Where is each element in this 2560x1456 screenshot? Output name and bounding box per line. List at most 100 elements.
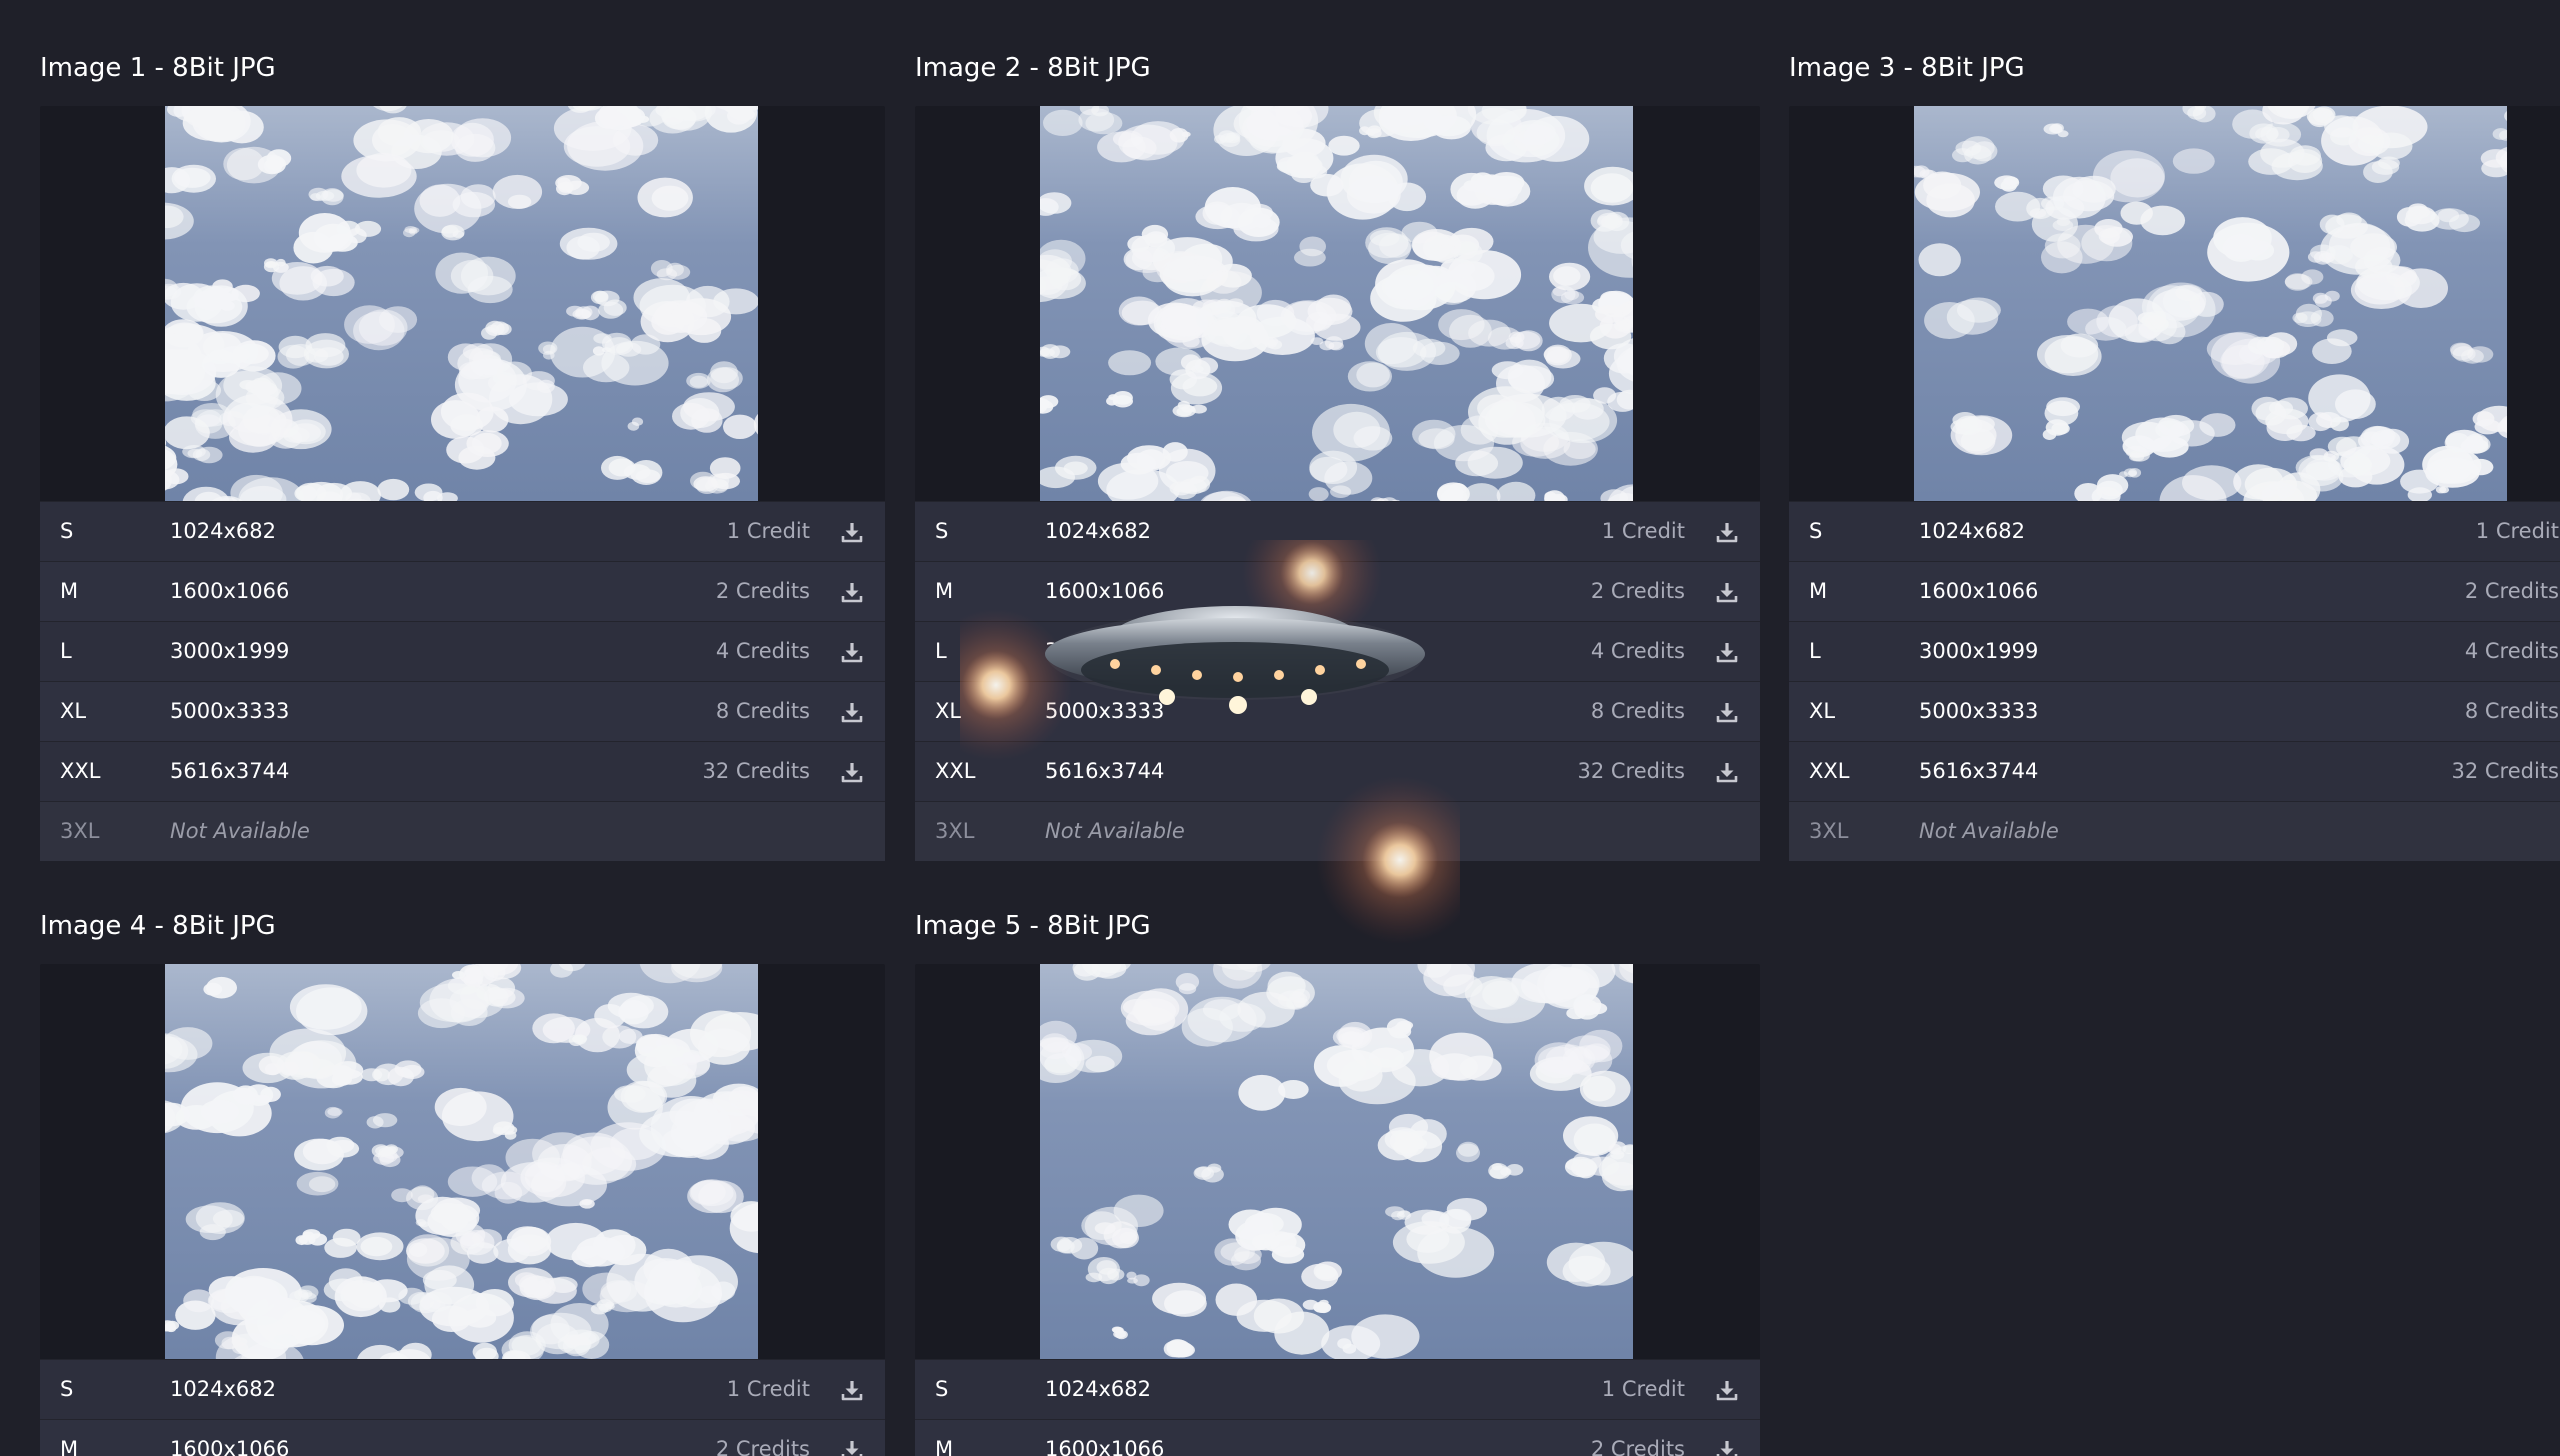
size-label: M <box>935 579 954 603</box>
download-icon[interactable] <box>840 1438 864 1456</box>
dimensions: 1600x1066 <box>170 579 290 603</box>
dimensions: 1600x1066 <box>1045 1437 1165 1456</box>
size-label: S <box>60 1377 74 1401</box>
dimensions: 3000x1999 <box>1919 639 2039 663</box>
credit-cost: 1 Credit <box>726 519 810 543</box>
dimensions: Not Available <box>1045 819 1185 843</box>
size-row-xxl[interactable]: XXL 5616x3744 32 Credits <box>915 741 1760 801</box>
download-icon[interactable] <box>1715 580 1739 604</box>
credit-cost: 32 Credits <box>2451 759 2560 783</box>
size-label: XXL <box>1809 759 1850 783</box>
size-label: M <box>935 1437 954 1456</box>
size-row-l[interactable]: L 3000x1999 4 Credits <box>1789 621 2560 681</box>
image-download-grid: Image 1 - 8Bit JPG S 1024x682 1 Credit M… <box>0 0 2560 1456</box>
download-icon[interactable] <box>1715 640 1739 664</box>
size-row-m[interactable]: M 1600x1066 2 Credits <box>915 1419 1760 1456</box>
dimensions: 5616x3744 <box>1919 759 2039 783</box>
dimensions: 3000x1999 <box>1045 639 1165 663</box>
download-icon[interactable] <box>840 760 864 784</box>
image-preview-area <box>915 964 1760 1359</box>
credit-cost: 4 Credits <box>1590 639 1685 663</box>
image-preview-area <box>915 106 1760 501</box>
download-icon[interactable] <box>1715 700 1739 724</box>
credit-cost: 2 Credits <box>715 579 810 603</box>
size-row-l[interactable]: L 3000x1999 4 Credits <box>40 621 885 681</box>
size-row-xl[interactable]: XL 5000x3333 8 Credits <box>915 681 1760 741</box>
size-row-m[interactable]: M 1600x1066 2 Credits <box>40 561 885 621</box>
dimensions: 5000x3333 <box>1045 699 1165 723</box>
image-title: Image 3 - 8Bit JPG <box>1789 53 2025 83</box>
download-icon[interactable] <box>1715 520 1739 544</box>
download-icon[interactable] <box>1715 1378 1739 1402</box>
size-label: XXL <box>935 759 976 783</box>
size-row-m[interactable]: M 1600x1066 2 Credits <box>1789 561 2560 621</box>
download-icon[interactable] <box>840 520 864 544</box>
credit-cost: 32 Credits <box>1577 759 1686 783</box>
size-options-list: S 1024x682 1 Credit M 1600x1066 2 Credit… <box>915 1359 1760 1456</box>
credit-cost: 4 Credits <box>715 639 810 663</box>
size-label: 3XL <box>935 819 975 843</box>
size-label: XXL <box>60 759 101 783</box>
dimensions: 5616x3744 <box>1045 759 1165 783</box>
download-icon[interactable] <box>840 1378 864 1402</box>
download-icon[interactable] <box>1715 1438 1739 1456</box>
image-preview-area <box>40 964 885 1359</box>
download-icon[interactable] <box>1715 760 1739 784</box>
size-row-m[interactable]: M 1600x1066 2 Credits <box>40 1419 885 1456</box>
size-row-xl[interactable]: XL 5000x3333 8 Credits <box>40 681 885 741</box>
size-label: M <box>60 1437 79 1456</box>
credit-cost: 2 Credits <box>2464 579 2559 603</box>
size-row-l[interactable]: L 3000x1999 4 Credits <box>915 621 1760 681</box>
dimensions: 1600x1066 <box>170 1437 290 1456</box>
dimensions: 1024x682 <box>1045 519 1151 543</box>
size-options-list: S 1024x682 1 Credit M 1600x1066 2 Credit… <box>40 1359 885 1456</box>
download-icon[interactable] <box>840 640 864 664</box>
download-icon[interactable] <box>840 580 864 604</box>
size-options-list: S 1024x682 1 Credit M 1600x1066 2 Credit… <box>915 501 1760 861</box>
size-row-3xl: 3XL Not Available <box>1789 801 2560 861</box>
cloud-preview-image[interactable] <box>1040 106 1633 501</box>
size-label: L <box>1809 639 1821 663</box>
size-label: 3XL <box>1809 819 1849 843</box>
size-row-s[interactable]: S 1024x682 1 Credit <box>40 501 885 561</box>
image-title: Image 2 - 8Bit JPG <box>915 53 1151 83</box>
image-title: Image 1 - 8Bit JPG <box>40 53 276 83</box>
credit-cost: 32 Credits <box>702 759 811 783</box>
dimensions: 1600x1066 <box>1919 579 2039 603</box>
dimensions: 5000x3333 <box>170 699 290 723</box>
size-row-xxl[interactable]: XXL 5616x3744 32 Credits <box>40 741 885 801</box>
credit-cost: 8 Credits <box>715 699 810 723</box>
size-row-s[interactable]: S 1024x682 1 Credit <box>915 1359 1760 1419</box>
size-row-s[interactable]: S 1024x682 1 Credit <box>1789 501 2560 561</box>
size-row-xxl[interactable]: XXL 5616x3744 32 Credits <box>1789 741 2560 801</box>
size-label: XL <box>935 699 962 723</box>
dimensions: 1024x682 <box>170 519 276 543</box>
cloud-preview-image[interactable] <box>165 964 758 1359</box>
cloud-preview-image[interactable] <box>1040 964 1633 1359</box>
size-row-3xl: 3XL Not Available <box>40 801 885 861</box>
credit-cost: 2 Credits <box>715 1437 810 1456</box>
download-icon[interactable] <box>840 700 864 724</box>
credit-cost: 2 Credits <box>1590 579 1685 603</box>
credit-cost: 8 Credits <box>2464 699 2559 723</box>
dimensions: Not Available <box>1919 819 2059 843</box>
cloud-preview-image[interactable] <box>165 106 758 501</box>
dimensions: 3000x1999 <box>170 639 290 663</box>
credit-cost: 4 Credits <box>2464 639 2559 663</box>
credit-cost: 1 Credit <box>726 1377 810 1401</box>
size-label: XL <box>60 699 87 723</box>
size-label: L <box>60 639 72 663</box>
size-row-xl[interactable]: XL 5000x3333 8 Credits <box>1789 681 2560 741</box>
size-label: S <box>935 1377 949 1401</box>
cloud-preview-image[interactable] <box>1914 106 2507 501</box>
size-row-s[interactable]: S 1024x682 1 Credit <box>915 501 1760 561</box>
image-title: Image 4 - 8Bit JPG <box>40 911 276 941</box>
dimensions: 1600x1066 <box>1045 579 1165 603</box>
credit-cost: 8 Credits <box>1590 699 1685 723</box>
size-label: S <box>60 519 74 543</box>
size-row-s[interactable]: S 1024x682 1 Credit <box>40 1359 885 1419</box>
dimensions: 5000x3333 <box>1919 699 2039 723</box>
size-row-3xl: 3XL Not Available <box>915 801 1760 861</box>
size-row-m[interactable]: M 1600x1066 2 Credits <box>915 561 1760 621</box>
image-preview-area <box>40 106 885 501</box>
